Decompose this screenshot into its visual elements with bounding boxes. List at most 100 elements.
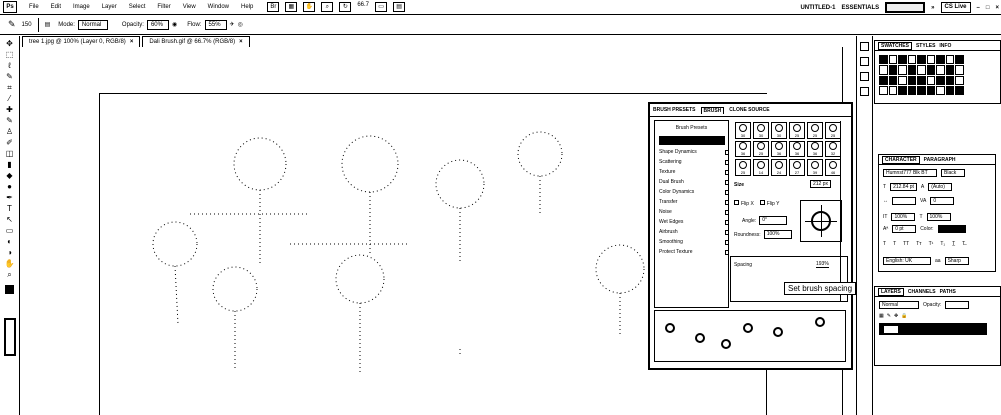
brush-tool-icon[interactable]: ✎	[8, 19, 16, 30]
swatch[interactable]	[917, 85, 926, 95]
option-scattering[interactable]: Scattering	[659, 157, 729, 167]
tab-dali-brush[interactable]: Dali Brush.gif @ 66.7% (RGB/8) ×	[142, 36, 250, 47]
swatch[interactable]	[926, 55, 936, 65]
tab-brush[interactable]: BRUSH	[700, 106, 725, 114]
layer-opacity-field[interactable]	[945, 301, 970, 309]
vertical-scale-field[interactable]: 100%	[891, 213, 916, 221]
option-texture[interactable]: Texture	[659, 167, 729, 177]
underline-icon[interactable]: T̲	[952, 241, 955, 247]
blend-mode-dropdown[interactable]: Normal	[879, 301, 919, 309]
eyedropper-tool-icon[interactable]: ⁄	[5, 94, 15, 104]
menu-layer[interactable]: Layer	[102, 4, 117, 10]
screen-mode-icon[interactable]: ▭	[375, 2, 388, 12]
menu-image[interactable]: Image	[73, 4, 90, 10]
tab-styles[interactable]: STYLES	[916, 43, 935, 49]
brush-tip[interactable]: 39	[807, 159, 823, 176]
angle-field[interactable]: 0°	[759, 216, 788, 225]
swatch[interactable]	[907, 85, 917, 95]
tab-layers[interactable]: LAYERS	[878, 287, 904, 296]
brush-tip[interactable]: 25	[789, 122, 805, 139]
brush-tip[interactable]: 30	[753, 122, 769, 139]
menu-view[interactable]: View	[183, 4, 196, 10]
menu-help[interactable]: Help	[241, 4, 253, 10]
crop-tool-icon[interactable]: ⌗	[5, 83, 15, 93]
swatch[interactable]	[926, 75, 936, 85]
menu-select[interactable]: Select	[129, 4, 146, 10]
swatch[interactable]	[936, 55, 945, 65]
brush-tip-shape-row[interactable]	[659, 136, 725, 145]
menu-window[interactable]: Window	[208, 4, 229, 10]
brush-tip[interactable]: 36	[771, 140, 787, 158]
essentials-workspace[interactable]: ESSENTIALS	[841, 5, 879, 11]
lock-icon[interactable]	[725, 209, 729, 215]
tab-clone-source[interactable]: CLONE SOURCE	[729, 107, 769, 113]
kerning-field[interactable]: 0	[930, 197, 955, 205]
spacing-field[interactable]: 193%	[816, 261, 829, 268]
flip-y-checkbox[interactable]: Flip Y	[759, 200, 779, 207]
search-field[interactable]	[885, 2, 926, 13]
font-family-dropdown[interactable]: Humnst777 Blk BT	[883, 169, 937, 177]
option-shape-dynamics[interactable]: Shape Dynamics	[659, 147, 729, 157]
faux-bold-icon[interactable]: T	[883, 241, 886, 247]
swatch[interactable]	[926, 85, 936, 95]
3d-orbit-tool-icon[interactable]: ◑	[5, 248, 15, 258]
swatch[interactable]	[907, 65, 917, 75]
rotate-icon[interactable]: ↻	[339, 2, 352, 12]
swatch[interactable]	[917, 75, 926, 85]
pressure-opacity-icon[interactable]: ◉	[172, 21, 177, 28]
tab-channels[interactable]: CHANNELS	[908, 289, 936, 295]
tab-paths[interactable]: PATHS	[940, 289, 956, 295]
workspace-name[interactable]: UNTITLED-1	[800, 5, 835, 11]
swatch[interactable]	[879, 55, 888, 65]
option-airbrush[interactable]: Airbrush	[659, 227, 729, 237]
history-brush-tool-icon[interactable]: ✐	[5, 138, 15, 148]
option-dual-brush[interactable]: Dual Brush	[659, 177, 729, 187]
swatch[interactable]	[879, 65, 888, 75]
tracking-field[interactable]	[892, 197, 916, 205]
lock-icon[interactable]	[725, 219, 729, 225]
toggle-brush-panel-icon[interactable]: ▤	[45, 21, 51, 28]
menu-edit[interactable]: Edit	[51, 4, 61, 10]
all-caps-icon[interactable]: TT	[903, 241, 909, 247]
lock-icon[interactable]	[725, 249, 729, 255]
swatch[interactable]	[955, 75, 964, 85]
swatch[interactable]	[907, 75, 917, 85]
opacity-field[interactable]: 60%	[146, 19, 169, 30]
minimize-icon[interactable]: –	[977, 5, 980, 11]
layer-row[interactable]	[879, 323, 987, 335]
tab-paragraph[interactable]: PARAGRAPH	[924, 157, 956, 163]
eraser-tool-icon[interactable]: ◫	[5, 149, 15, 159]
brush-tip[interactable]: 25	[807, 122, 823, 139]
close-tab-icon[interactable]: ×	[130, 37, 134, 47]
3d-rotate-tool-icon[interactable]: ◐	[5, 237, 15, 247]
brush-presets-button[interactable]: Brush Presets	[655, 125, 728, 131]
swatch[interactable]	[917, 65, 926, 75]
lock-position-icon[interactable]: ✥	[894, 313, 898, 319]
swatch[interactable]	[898, 55, 907, 65]
swatch[interactable]	[936, 65, 945, 75]
brush-tip[interactable]: 24	[771, 159, 787, 176]
blur-tool-icon[interactable]: ◆	[5, 171, 15, 181]
flip-x-checkbox[interactable]: Flip X	[734, 200, 754, 207]
lock-transparent-icon[interactable]: ▦	[879, 313, 884, 319]
swatch[interactable]	[888, 85, 898, 95]
swatch[interactable]	[879, 85, 888, 95]
swatch[interactable]	[898, 85, 907, 95]
swatch[interactable]	[936, 85, 945, 95]
airbrush-icon[interactable]: ✈	[230, 21, 235, 28]
swatch[interactable]	[888, 75, 898, 85]
font-size-field[interactable]: 212.84 pt	[890, 183, 917, 191]
hand-icon[interactable]: ✋	[303, 2, 316, 12]
lock-all-icon[interactable]: 🔒	[901, 313, 907, 319]
brush-tip[interactable]: 32	[825, 140, 841, 158]
swatch[interactable]	[945, 75, 955, 85]
brush-tip[interactable]: 46	[825, 159, 841, 176]
zoom-level[interactable]: 66.7	[357, 2, 369, 12]
type-tool-icon[interactable]: T	[5, 204, 15, 214]
brush-tip[interactable]: 30	[771, 122, 787, 139]
swatch[interactable]	[879, 75, 888, 85]
subscript-icon[interactable]: T₁	[940, 241, 945, 247]
swatch[interactable]	[936, 75, 945, 85]
swatch[interactable]	[945, 65, 955, 75]
minibridge-icon[interactable]: ▦	[285, 2, 298, 12]
